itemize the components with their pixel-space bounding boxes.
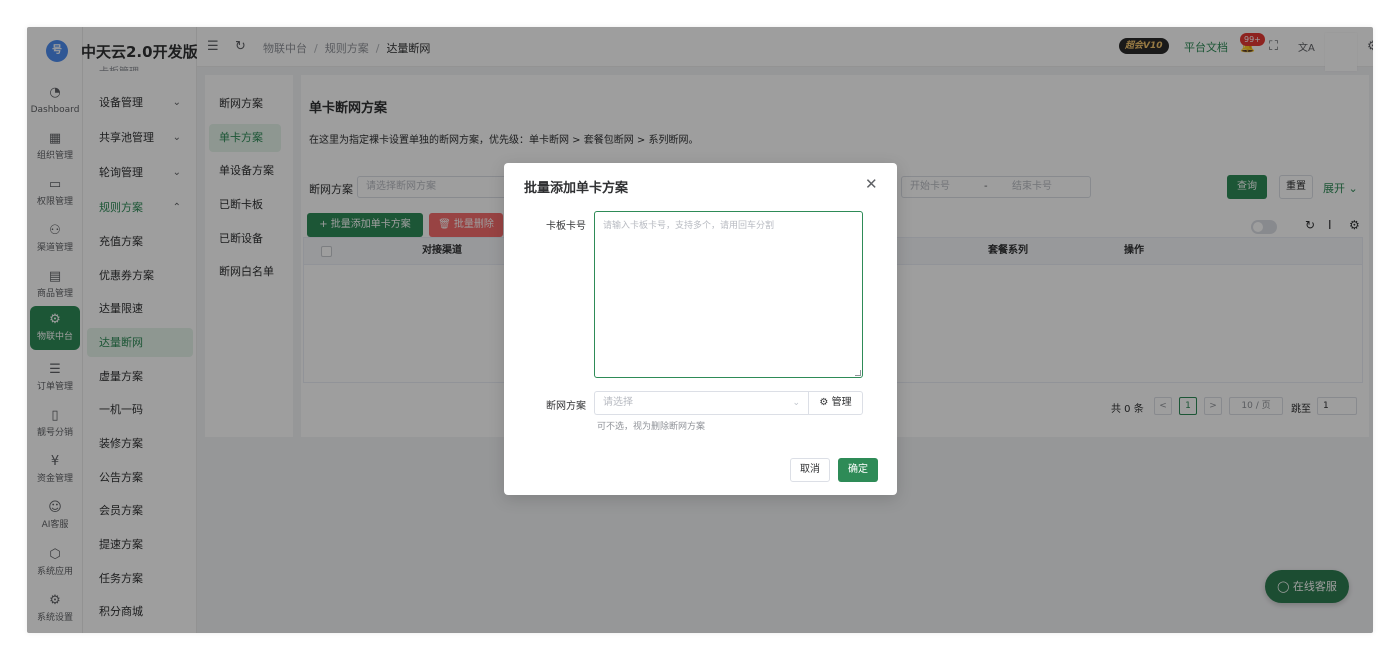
- app-window: 号 ◔ Dashboard ▦ 组织管理 ▭ 权限管理 ⚇ 渠道管理 ▤ 商品管…: [27, 27, 1373, 633]
- plan-placeholder: 请选择: [603, 397, 633, 408]
- close-icon[interactable]: ✕: [865, 175, 878, 193]
- manage-button[interactable]: ⚙ 管理: [808, 391, 863, 415]
- modal-title: 批量添加单卡方案: [524, 181, 629, 196]
- chevron-down-icon: ⌄: [792, 398, 800, 408]
- plan-select[interactable]: 请选择 ⌄: [594, 391, 808, 415]
- batch-add-modal: 批量添加单卡方案 ✕ 卡板卡号 请输入卡板卡号，支持多个，请用回车分割 断网方案…: [504, 163, 897, 495]
- plan-hint: 可不选，视为删除断网方案: [597, 422, 706, 432]
- plan-label: 断网方案: [546, 401, 586, 412]
- card-number-textarea[interactable]: 请输入卡板卡号，支持多个，请用回车分割: [594, 211, 863, 378]
- confirm-button[interactable]: 确定: [838, 458, 878, 482]
- resize-handle-icon[interactable]: [855, 370, 861, 376]
- cancel-button[interactable]: 取消: [790, 458, 830, 482]
- card-number-label: 卡板卡号: [546, 221, 586, 232]
